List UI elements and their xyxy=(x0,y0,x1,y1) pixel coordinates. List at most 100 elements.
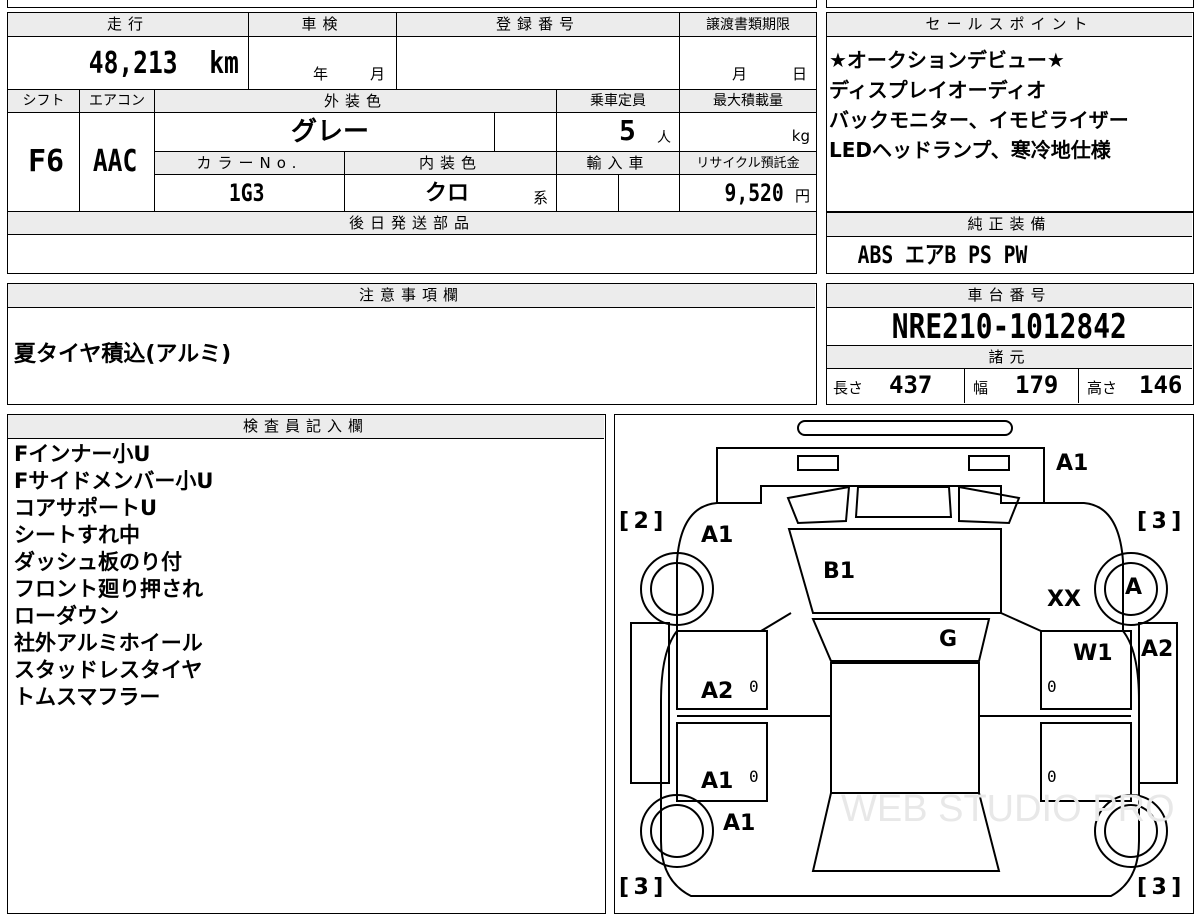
mark-right-pillar: A2 xyxy=(1141,637,1174,662)
length-label: 長さ xyxy=(833,379,864,397)
transfer-deadline-cell: 月 日 xyxy=(680,37,816,89)
shift-header: シフト xyxy=(8,89,80,113)
genuine-equipment-value: ABS エアB PS PW xyxy=(857,241,1028,269)
inspector-header: 検査員記入欄 xyxy=(8,415,604,439)
height-label: 高さ xyxy=(1087,379,1118,397)
spec-header: 諸元 xyxy=(827,345,1192,369)
chassis-box: 車台番号 NRE210-1012842 諸元 長さ 437 幅 179 高さ 1… xyxy=(826,283,1194,405)
max-load-header: 最大積載量 xyxy=(680,89,816,113)
tread-rear-right: [3] xyxy=(1137,875,1186,900)
transfer-month-unit: 月 xyxy=(732,65,748,83)
front-bumper-bar xyxy=(797,420,1013,436)
sales-point-box: セールスポイント ★オークションデビュー★ ディスプレイオーディオ バックモニタ… xyxy=(826,12,1194,212)
top-strip-right xyxy=(826,0,1194,8)
max-load-unit: kg xyxy=(791,127,810,145)
max-load-cell: kg xyxy=(680,113,816,151)
import-cell-2 xyxy=(619,175,680,211)
length-value: 437 xyxy=(889,371,933,399)
mark-front-left-fender: A1 xyxy=(701,523,734,548)
inspector-line: ダッシュ板のり付 xyxy=(14,550,182,574)
length-cell: 長さ 437 xyxy=(827,369,965,403)
shaken-header: 車検 xyxy=(249,13,397,37)
registration-cell xyxy=(397,37,680,89)
inspector-line: Fインナー小U xyxy=(14,442,151,466)
shift-value: F6 xyxy=(28,144,65,179)
sales-point-line: ★オークションデビュー★ xyxy=(829,48,1065,72)
right-headlight xyxy=(968,455,1010,471)
mark-left-rear: A1 xyxy=(723,811,756,836)
sales-point-line: バックモニター、イモビライザー xyxy=(829,108,1129,132)
sales-point-line: LEDヘッドランプ、寒冷地仕様 xyxy=(829,138,1111,162)
zero-right-front: 0 xyxy=(1047,677,1057,696)
sales-point-line: ディスプレイオーディオ xyxy=(829,78,1047,102)
car-diagram-box: WEB STUDIO PRO A1 A1 B1 G A XX W1 A2 A2 … xyxy=(614,414,1194,914)
mark-left-rear-door: A1 xyxy=(701,769,734,794)
inspector-line: ローダウン xyxy=(14,604,119,628)
ext-color-header: 外装色 xyxy=(155,89,557,113)
inspector-line: 社外アルミホイール xyxy=(14,631,203,655)
later-parts-header: 後日発送部品 xyxy=(8,211,816,235)
mileage-header: 走行 xyxy=(8,13,249,37)
mileage-cell: 48,213 km xyxy=(8,37,249,89)
sales-point-header: セールスポイント xyxy=(827,13,1192,37)
shift-cell: F6 xyxy=(8,113,80,211)
zero-left-rear: 0 xyxy=(749,767,759,786)
chassis-header: 車台番号 xyxy=(827,284,1192,308)
capacity-value: 5 xyxy=(619,114,636,147)
mark-windshield: G xyxy=(939,627,958,652)
recycle-unit: 円 xyxy=(794,187,810,205)
zero-right-rear: 0 xyxy=(1047,767,1057,786)
sales-point-lines: ★オークションデビュー★ ディスプレイオーディオ バックモニター、イモビライザー… xyxy=(829,45,1189,165)
inspector-line: スタッドレスタイヤ xyxy=(14,658,203,682)
top-strip xyxy=(7,0,817,8)
grille-left xyxy=(786,485,851,525)
transfer-day-unit: 日 xyxy=(792,65,808,83)
inspector-line: Fサイドメンバー小U xyxy=(14,469,214,493)
grille-right xyxy=(958,485,1021,525)
inspector-line: フロント廻り押され xyxy=(14,577,203,601)
width-label: 幅 xyxy=(973,379,989,397)
mark-right-front-door: W1 xyxy=(1073,641,1113,666)
windshield xyxy=(811,618,991,662)
tread-front-left: [2] xyxy=(619,509,668,534)
mark-hood: B1 xyxy=(823,559,856,584)
basic-info-table: 走行 車検 登録番号 譲渡書類期限 48,213 km 年 月 月 日 シフト … xyxy=(7,12,817,274)
genuine-equipment-header: 純正装備 xyxy=(827,213,1192,237)
inspector-line: シートすれ中 xyxy=(14,523,140,547)
notes-header: 注意事項欄 xyxy=(8,284,815,308)
hood xyxy=(787,528,1002,614)
roof xyxy=(830,662,980,794)
notes-box: 注意事項欄 夏タイヤ積込(アルミ) xyxy=(7,283,817,405)
import-header: 輸入車 xyxy=(557,151,680,175)
diagram-watermark: WEB STUDIO PRO xyxy=(841,788,1175,830)
zero-left-front: 0 xyxy=(749,677,759,696)
int-color-header: 内装色 xyxy=(345,151,557,175)
chassis-number: NRE210-1012842 xyxy=(891,307,1127,347)
height-cell: 高さ 146 xyxy=(1079,369,1192,403)
ext-color-value: グレー xyxy=(291,117,370,147)
capacity-cell: 5 人 xyxy=(557,113,680,151)
import-cell-1 xyxy=(557,175,619,211)
genuine-equipment-box: 純正装備 ABS エアB PS PW xyxy=(826,212,1194,274)
width-cell: 幅 179 xyxy=(965,369,1079,403)
left-headlight xyxy=(797,455,839,471)
mileage-value: 48,213 km xyxy=(89,46,239,81)
later-parts-cell xyxy=(8,235,816,273)
registration-header: 登録番号 xyxy=(397,13,680,37)
width-value: 179 xyxy=(1015,371,1059,399)
capacity-unit: 人 xyxy=(657,130,671,146)
ext-color-cell: グレー xyxy=(155,113,495,151)
inspector-lines: Fインナー小U Fサイドメンバー小U コアサポートU シートすれ中 ダッシュ板の… xyxy=(14,441,594,711)
inspector-box: 検査員記入欄 Fインナー小U Fサイドメンバー小U コアサポートU シートすれ中… xyxy=(7,414,606,914)
mark-front-right: A1 xyxy=(1056,451,1089,476)
aircon-value: AAC xyxy=(92,144,138,179)
mark-left-front-door: A2 xyxy=(701,679,734,704)
shaken-cell: 年 月 xyxy=(249,37,397,89)
color-no-cell: 1G3 xyxy=(155,175,345,211)
tread-rear-left: [3] xyxy=(619,875,668,900)
capacity-header: 乗車定員 xyxy=(557,89,680,113)
int-color-suffix: 系 xyxy=(533,189,549,207)
grille-mid xyxy=(854,486,953,518)
mark-right-front-wheel: A xyxy=(1125,575,1143,600)
tread-front-right: [3] xyxy=(1137,509,1186,534)
